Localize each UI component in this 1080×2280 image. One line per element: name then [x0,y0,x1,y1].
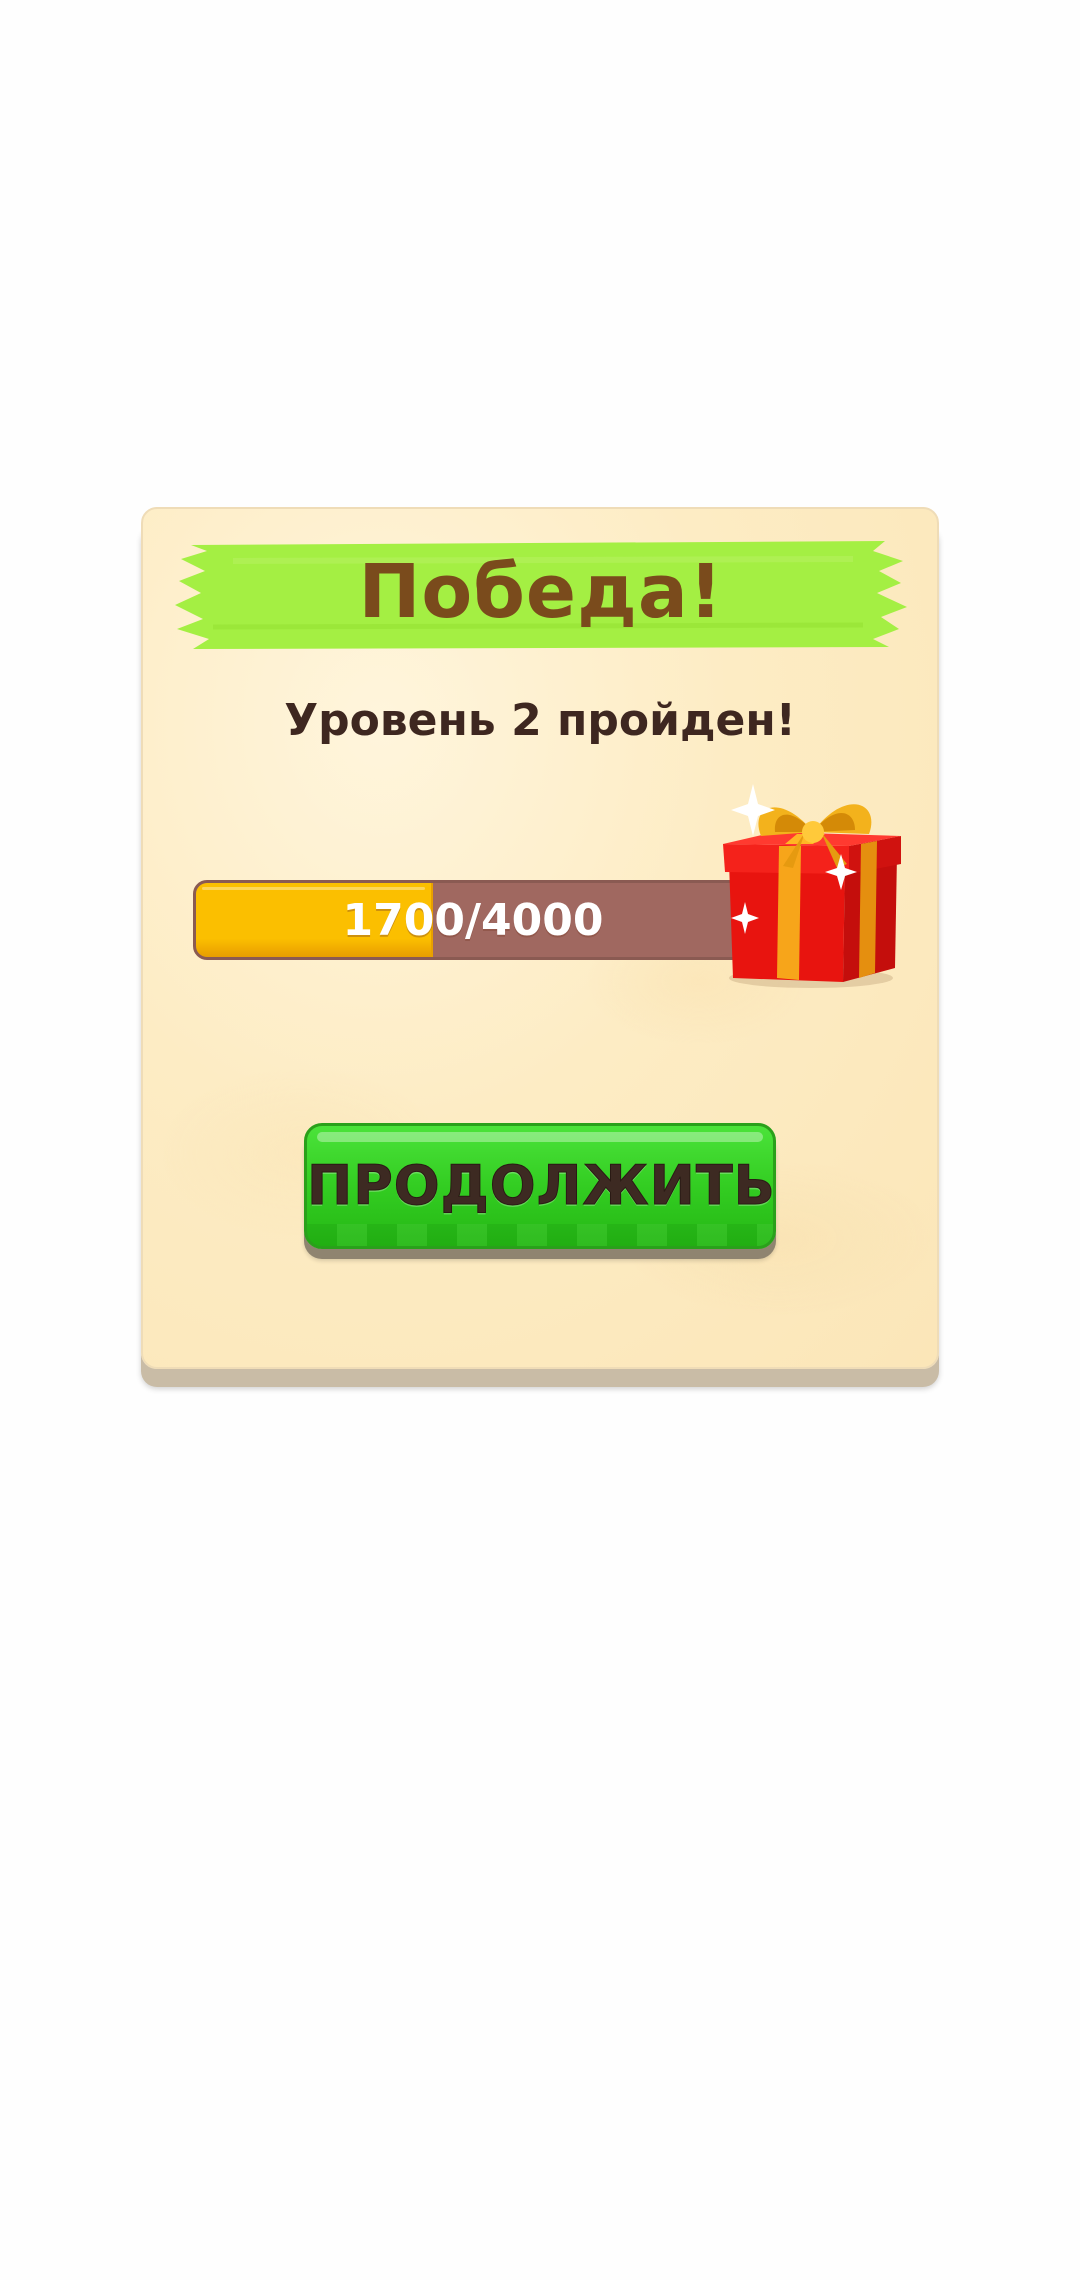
title-banner: Победа! [173,531,909,657]
level-complete-text: Уровень 2 пройден! [284,695,796,746]
experience-progress-bar: 1700/4000 [193,880,753,960]
continue-button-label: ПРОДОЛЖИТЬ [307,1154,776,1218]
progress-value: 1700/4000 [342,895,604,946]
continue-button[interactable]: ПРОДОЛЖИТЬ [304,1123,776,1249]
victory-dialog: Победа! Уровень 2 пройден! 1700/4000 ПРО… [141,507,939,1369]
dialog-title: Победа! [358,549,724,635]
gift-box-icon [721,782,911,992]
